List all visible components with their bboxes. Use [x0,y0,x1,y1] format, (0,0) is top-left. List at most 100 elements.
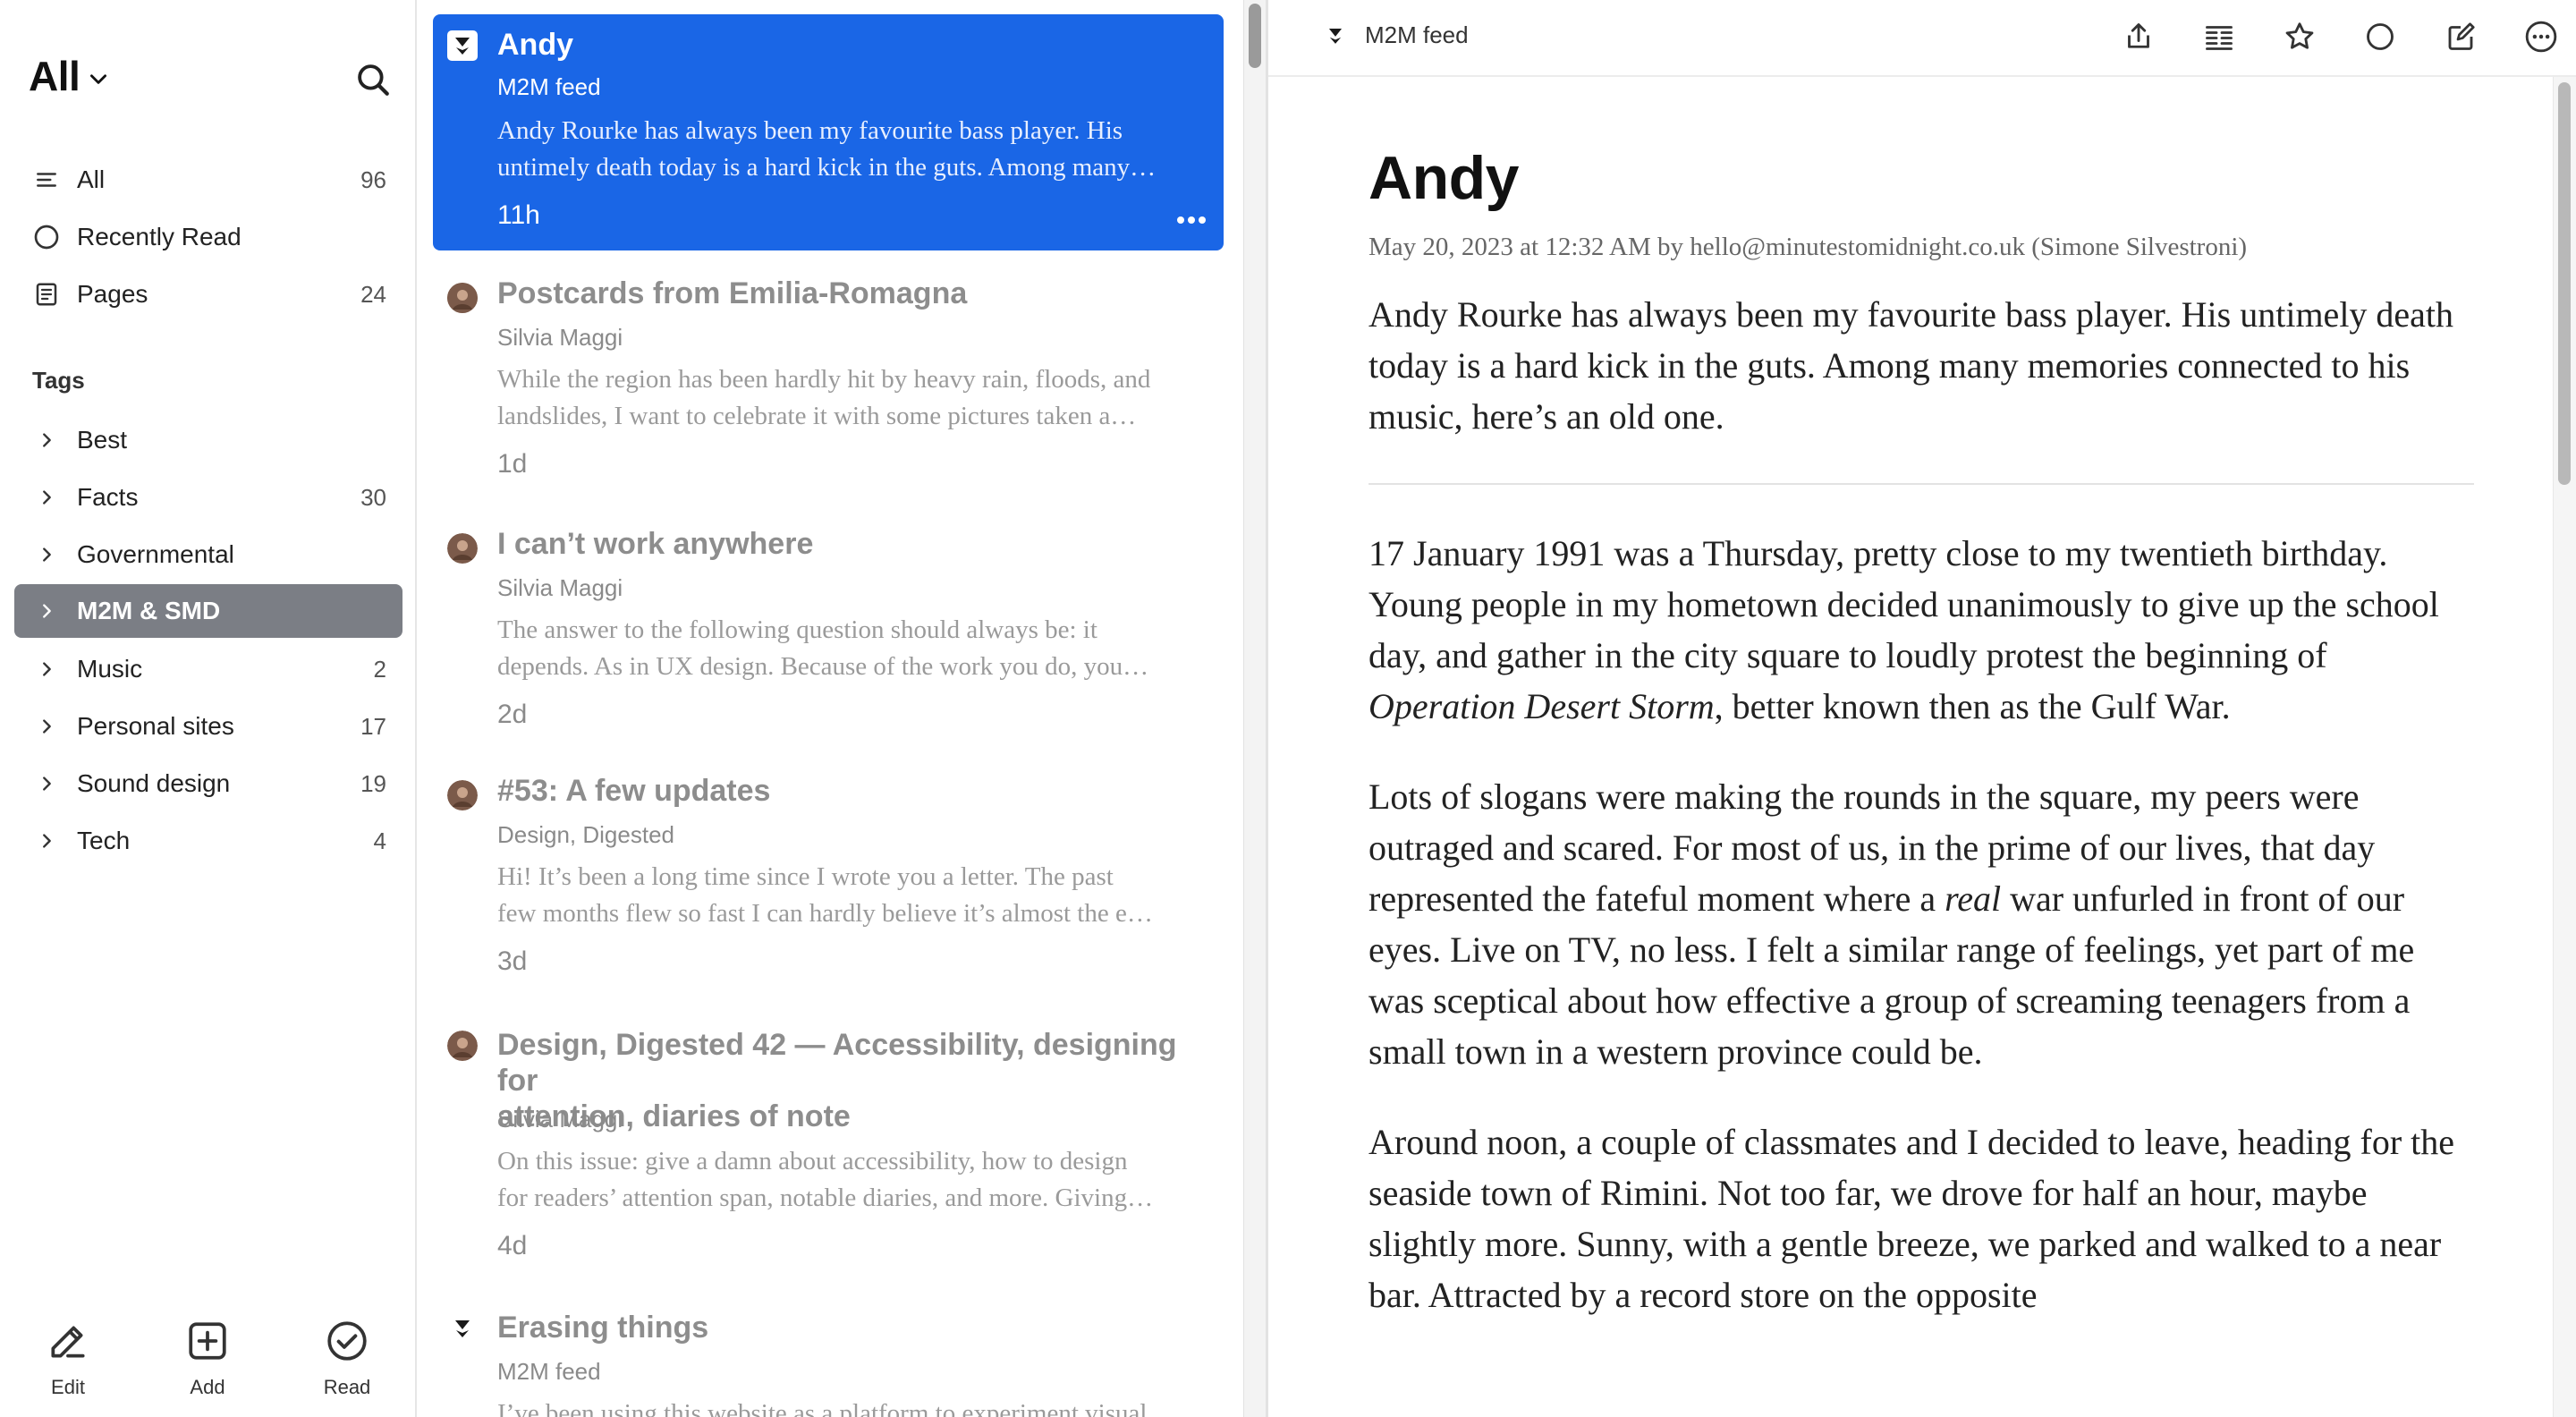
article-age: 3d [497,946,528,976]
article-age: 2d [497,700,528,729]
article-source: Silvia Maggi [497,324,623,351]
tag-music[interactable]: Music 2 [14,642,402,696]
list-scrollbar-track[interactable] [1243,0,1267,1417]
sidebar-item-pages[interactable]: Pages 24 [14,267,402,321]
tag-governmental[interactable]: Governmental [14,528,402,581]
tag-facts[interactable]: Facts 30 [14,471,402,524]
snippet-line: untimely death today is a hard kick in t… [497,153,1157,182]
divider [1368,483,2474,485]
tag-tech[interactable]: Tech 4 [14,814,402,868]
sidebar-item-all[interactable]: All 96 [14,153,402,207]
view-title: All [29,53,80,99]
snippet-line: depends. As in UX design. Because of the… [497,652,1149,681]
article-snippet: Hi! It’s been a long time since I wrote … [497,859,1206,932]
more-options-icon[interactable] [2522,18,2560,55]
article-paragraph: Around noon, a couple of classmates and … [1368,1122,2455,1315]
emphasis: real [1945,878,2002,919]
chevron-right-icon[interactable] [32,655,61,683]
add-icon [189,1322,226,1360]
search-icon[interactable] [354,61,392,98]
view-switcher[interactable]: All [29,52,110,100]
chevron-right-icon[interactable] [32,712,61,741]
article-age: 11h [497,200,540,230]
article-snippet: Andy Rourke has always been my favourite… [497,113,1206,186]
read-label: Read [323,1376,371,1398]
article-content: Andy May 20, 2023 at 12:32 AM by hello@m… [1368,143,2474,1320]
article-snippet: On this issue: give a damn about accessi… [497,1143,1206,1217]
chevron-right-icon[interactable] [32,769,61,798]
snippet-line: for readers’ attention span, notable dia… [497,1184,1154,1212]
reader-scrollbar-thumb[interactable] [2558,82,2571,485]
m2m-feed-icon [447,1313,478,1344]
tag-count: 4 [373,827,386,854]
chevron-right-icon[interactable] [32,426,61,454]
article-item-andy[interactable]: Andy M2M feed Andy Rourke has always bee… [433,14,1224,250]
add-button[interactable]: Add [154,1283,261,1417]
checkmark-circle-icon [327,1321,367,1361]
title-line: Design, Digested 42 — Accessibility, des… [497,1028,1177,1098]
chevron-right-icon[interactable] [32,597,61,625]
sidebar-toolbar: Edit Add Read [0,1283,417,1417]
snippet-line: Andy Rourke has always been my favourite… [497,116,1123,145]
article-item[interactable]: Postcards from Emilia-Romagna Silvia Mag… [433,265,1224,497]
more-options-icon[interactable] [1174,211,1209,229]
chevron-right-icon[interactable] [32,540,61,569]
article-item[interactable]: Design, Digested 42 — Accessibility, des… [433,1016,1224,1285]
article-item[interactable]: #53: A few updates Design, Digested Hi! … [433,766,1224,998]
chevron-right-icon[interactable] [32,483,61,512]
sidebar-item-recently-read[interactable]: Recently Read [14,210,402,264]
article-paragraph: Lots of slogans were making the rounds i… [1368,771,2474,1077]
article-title: #53: A few updates [497,774,771,808]
emphasis: Operation Desert Storm [1368,686,1715,726]
share-icon[interactable] [2120,18,2157,55]
tag-label: Facts [77,483,139,511]
article-title: Erasing things [497,1311,709,1345]
tag-label: Music [77,655,143,683]
feed-link[interactable]: M2M feed [1322,21,1469,49]
article-byline: May 20, 2023 at 12:32 AM by hello@minute… [1368,233,2248,261]
article-source: Silvia Maggi [497,1106,623,1133]
tag-label: Best [77,426,128,454]
tag-best[interactable]: Best [14,413,402,467]
tag-sound-design[interactable]: Sound design 19 [14,757,402,810]
chevron-down-icon [90,74,107,84]
tag-count: 19 [360,769,386,797]
reader-view-icon[interactable] [2200,18,2238,55]
article-age: 4d [497,1231,528,1260]
article-lede: Andy Rourke has always been my favourite… [1368,294,2454,437]
read-button[interactable]: Read [293,1283,401,1417]
feed-name: M2M feed [1365,21,1469,48]
edit-button[interactable]: Edit [14,1283,122,1417]
tag-label: Sound design [77,769,231,797]
article-item[interactable]: I can’t work anywhere Silvia Maggi The a… [433,515,1224,748]
avatar [447,283,478,313]
snippet-line: landslides, I want to celebrate it with … [497,402,1137,430]
circle-icon [32,223,61,251]
tag-label: M2M & SMD [77,597,221,624]
article-title: I can’t work anywhere [497,527,814,561]
sidebar: All All 96 Recently Read Pages 24 Tags B… [0,0,417,1417]
unread-circle-icon[interactable] [2361,18,2399,55]
article-source: M2M feed [497,1358,601,1385]
compose-icon[interactable] [2442,18,2479,55]
avatar [447,780,478,810]
article-snippet: I’ve been using this website as a platfo… [497,1399,1148,1417]
snippet-line: The answer to the following question sho… [497,615,1097,644]
m2m-feed-icon [1328,28,1343,44]
list-scrollbar-thumb[interactable] [1249,4,1261,68]
article-item[interactable]: Erasing things M2M feed I’ve been using … [433,1299,1224,1417]
add-label: Add [190,1376,225,1398]
m2m-feed-icon [447,30,478,61]
snippet-line: few months flew so fast I can hardly bel… [497,899,1153,928]
article-source: Design, Digested [497,821,674,848]
tag-personal-sites[interactable]: Personal sites 17 [14,700,402,753]
chevron-right-icon[interactable] [32,827,61,855]
tags-heading: Tags [32,367,85,394]
edit-label: Edit [51,1376,85,1398]
sidebar-item-label: Recently Read [77,223,242,250]
star-icon[interactable] [2281,18,2318,55]
tag-m2m-smd[interactable]: M2M & SMD [14,584,402,638]
snippet-line: On this issue: give a damn about accessi… [497,1147,1128,1175]
sidebar-item-label: Pages [77,280,148,308]
article-paragraph: 17 January 1991 was a Thursday, pretty c… [1368,528,2474,732]
